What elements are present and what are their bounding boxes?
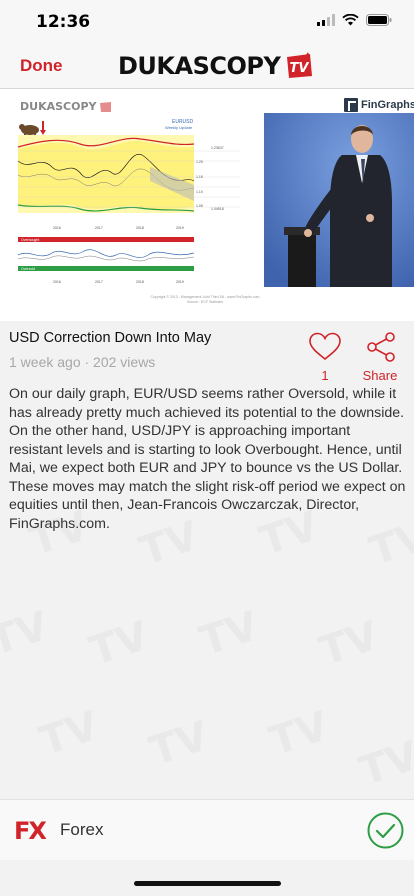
nav-bar: Done DUKASCOPY TV (0, 44, 414, 89)
watermark-tv-icon: TV (194, 603, 264, 665)
svg-text:2017: 2017 (95, 226, 103, 230)
watermark-tv-icon: TV (314, 613, 384, 675)
svg-text:2019: 2019 (176, 280, 184, 284)
video-player[interactable]: DUKASCOPY EURUSD Weekly Update 1.23637 1… (0, 89, 414, 321)
svg-text:1.20: 1.20 (196, 160, 203, 164)
watermark-tv-icon: TV (34, 703, 104, 765)
svg-text:1.15: 1.15 (196, 175, 203, 179)
like-button[interactable]: 1 (308, 332, 342, 383)
share-label: Share (362, 368, 398, 383)
source-text: Source : ECF Statistics (187, 300, 223, 304)
status-time: 12:36 (36, 12, 91, 32)
svg-text:2018: 2018 (136, 226, 144, 230)
home-indicator[interactable] (134, 881, 281, 886)
svg-text:Overbought: Overbought (21, 238, 39, 242)
presenter-video (264, 113, 414, 287)
status-bar: 12:36 (0, 0, 414, 44)
battery-icon (366, 14, 392, 26)
svg-text:2018: 2018 (136, 280, 144, 284)
video-description: On our daily graph, EUR/USD seems rather… (9, 386, 406, 532)
fingraphs-logo: FinGraphs (344, 98, 414, 112)
watermark-tv-icon: TV (84, 613, 154, 675)
category-footer: FX Forex (0, 799, 414, 860)
done-button[interactable]: Done (20, 56, 63, 76)
svg-text:1.04918: 1.04918 (211, 207, 224, 211)
heart-icon (309, 332, 341, 361)
like-count: 1 (321, 368, 329, 383)
wifi-icon (342, 14, 359, 26)
eurusd-chart: 1.23637 1.20 1.15 1.10 1.05 1.04918 2016… (17, 135, 240, 284)
brand-name: DUKASCOPY (118, 52, 281, 80)
svg-text:1.23637: 1.23637 (211, 146, 224, 150)
watermark-tv-icon: TV (264, 703, 334, 765)
category-label: Forex (60, 820, 104, 839)
watermark-tv-icon: TV (144, 713, 214, 775)
tv-badge-icon: TV (287, 52, 313, 78)
video-meta: 1 week ago · 202 views (9, 354, 156, 370)
svg-text:TV: TV (290, 61, 310, 76)
signal-icon (317, 14, 335, 26)
fingraphs-name: FinGraphs (361, 99, 414, 111)
subscribe-check-button[interactable] (367, 812, 404, 849)
chart-copyright: Copyright © 2013 - Management Joint Thir… (150, 295, 260, 305)
video-title: USD Correction Down Into May (9, 330, 212, 346)
presenter-figure (264, 113, 414, 287)
video-details: TV TV TV TV TV TV TV TV TV TV TV TV USD … (0, 321, 414, 799)
share-icon (367, 332, 395, 362)
svg-text:2016: 2016 (53, 226, 61, 230)
svg-text:2016: 2016 (53, 280, 61, 284)
share-button[interactable]: Share (360, 332, 400, 383)
watermark-tv-icon: TV (0, 603, 54, 665)
svg-text:1.10: 1.10 (196, 190, 203, 194)
status-icons (317, 14, 392, 26)
fingraphs-icon (344, 98, 358, 112)
brand-logo: DUKASCOPY TV (118, 50, 314, 82)
chart-slide: DUKASCOPY EURUSD Weekly Update 1.23637 1… (0, 89, 264, 321)
svg-text:2017: 2017 (95, 280, 103, 284)
forex-logo-icon: FX (14, 817, 47, 845)
checkmark-icon (367, 812, 404, 849)
watermark-tv-icon: TV (354, 733, 414, 795)
svg-text:Oversold: Oversold (21, 267, 35, 271)
svg-text:2019: 2019 (176, 226, 184, 230)
svg-text:1.05: 1.05 (196, 204, 203, 208)
